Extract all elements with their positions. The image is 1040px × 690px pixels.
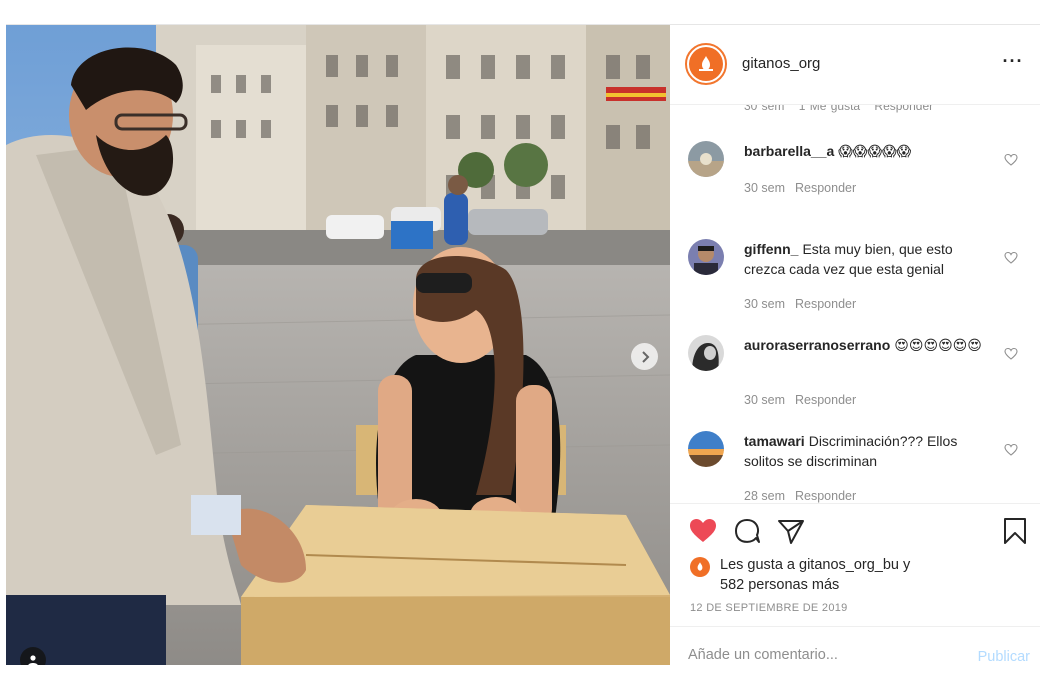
bookmark-icon[interactable] <box>1000 516 1030 546</box>
instagram-post: gitanos_org ··· 30 sem 1 Me gusta Respon… <box>6 24 1040 665</box>
comment-text: barbarella__a 😱😱😱😱😱 <box>744 141 984 161</box>
flame-wheel-icon <box>699 56 713 71</box>
commenter-avatar[interactable] <box>688 141 724 177</box>
comment-time: 28 sem <box>744 489 785 503</box>
reply-button[interactable]: Responder <box>795 297 856 311</box>
reply-button[interactable]: Responder <box>874 105 933 113</box>
post-header: gitanos_org ··· <box>670 25 1040 105</box>
publish-button[interactable]: Publicar <box>978 649 1030 665</box>
reply-button[interactable]: Responder <box>795 393 856 407</box>
reply-button[interactable]: Responder <box>795 181 856 195</box>
comment-username[interactable]: tamawari <box>744 433 805 449</box>
likes-suffix: y <box>903 557 911 573</box>
comment-meta: 30 sem Responder <box>744 393 856 407</box>
next-photo-button[interactable] <box>631 343 658 370</box>
comment-meta: 28 sem Responder <box>744 489 856 503</box>
avatar-image <box>688 335 724 371</box>
liker-username[interactable]: gitanos_org_bu <box>799 557 899 573</box>
comment-meta: 30 sem Responder <box>744 181 856 195</box>
add-comment-bar: Publicar <box>670 626 1040 666</box>
comment-time: 30 sem <box>744 105 785 113</box>
heart-outline-icon[interactable] <box>1004 443 1018 457</box>
share-icon[interactable] <box>776 516 806 546</box>
post-actions: Les gusta a gitanos_org_bu y 582 persona… <box>670 503 1040 665</box>
comment-time: 30 sem <box>744 297 785 311</box>
post-date: 12 DE SEPTIEMBRE DE 2019 <box>690 602 848 614</box>
comment-message: 😱😱😱😱😱 <box>838 143 912 159</box>
heart-outline-icon[interactable] <box>1004 153 1018 167</box>
comment-icon[interactable] <box>732 516 762 546</box>
comment-time: 30 sem <box>744 181 785 195</box>
avatar-image <box>688 141 724 177</box>
post-side-panel: gitanos_org ··· 30 sem 1 Me gusta Respon… <box>670 25 1040 665</box>
likes-count[interactable]: 582 personas más <box>720 577 839 593</box>
flame-wheel-icon <box>697 562 703 571</box>
more-horizontal-icon: ··· <box>1002 50 1024 71</box>
street-scene-photo <box>6 25 670 665</box>
commenter-avatar[interactable] <box>688 335 724 371</box>
likes-summary: Les gusta a gitanos_org_bu y 582 persona… <box>720 555 1010 595</box>
chevron-right-icon <box>641 350 649 363</box>
comment-meta: 30 sem Responder <box>744 297 856 311</box>
comment-like-count[interactable]: 1 Me gusta <box>799 105 860 113</box>
commenter-avatar[interactable] <box>688 239 724 275</box>
comment-input[interactable] <box>688 647 948 663</box>
comment-text: tamawari Discriminación??? Ellos solitos … <box>744 431 984 471</box>
heart-outline-icon[interactable] <box>1004 347 1018 361</box>
heart-outline-icon[interactable] <box>1004 251 1018 265</box>
liker-avatar[interactable] <box>690 557 710 577</box>
avatar-image <box>688 431 724 467</box>
comment-username[interactable]: auroraserranoserrano <box>744 337 890 353</box>
commenter-avatar[interactable] <box>688 431 724 467</box>
reply-button[interactable]: Responder <box>795 489 856 503</box>
comment-message: 😍😍😍😍😍😍 <box>894 337 982 353</box>
comment-username[interactable]: barbarella__a <box>744 143 834 159</box>
post-photo[interactable] <box>6 25 670 665</box>
likes-prefix: Les gusta a <box>720 557 795 573</box>
comment-username[interactable]: giffenn_ <box>744 241 798 257</box>
comment-text: giffenn_ Esta muy bien, que esto crezca c… <box>744 239 984 279</box>
comment-time: 30 sem <box>744 393 785 407</box>
account-avatar[interactable] <box>685 43 727 85</box>
avatar-image <box>688 239 724 275</box>
account-logo <box>689 47 723 81</box>
comment-text: auroraserranoserrano 😍😍😍😍😍😍 <box>744 335 984 355</box>
previous-comment-meta: 30 sem 1 Me gusta Responder <box>744 105 943 113</box>
user-icon <box>28 655 38 665</box>
comments-list[interactable]: 30 sem 1 Me gusta Responder barbarella__… <box>670 105 1040 503</box>
account-username[interactable]: gitanos_org <box>742 55 820 72</box>
more-options-button[interactable]: ··· <box>1000 51 1026 71</box>
heart-filled-icon[interactable] <box>688 516 718 546</box>
